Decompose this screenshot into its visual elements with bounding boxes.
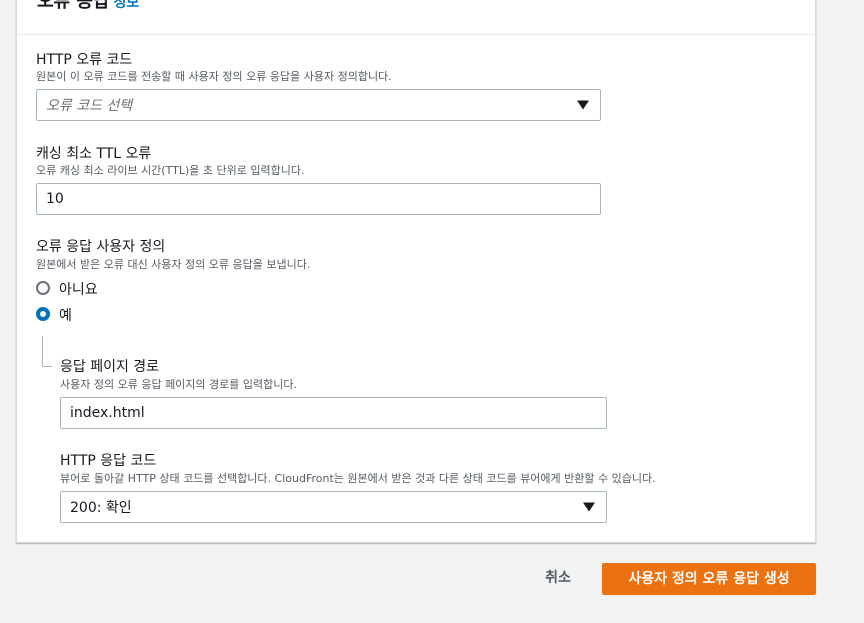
create-custom-error-response-button[interactable]: 사용자 정의 오류 응답 생성 <box>602 563 816 595</box>
panel-title-text: 오류 응답 <box>37 0 110 12</box>
tree-connector-vertical <box>42 336 43 366</box>
customize-description: 원본에서 받은 오류 대신 사용자 정의 오류 응답을 보냅니다. <box>36 258 311 271</box>
panel-title: 오류 응답 정보 <box>37 0 139 13</box>
caret-down-icon <box>583 502 595 512</box>
response-code-select[interactable]: 200: 확인 <box>60 491 607 523</box>
error-code-label: HTTP 오류 코드 <box>36 52 133 68</box>
info-link[interactable]: 정보 <box>114 0 140 11</box>
radio-yes-label[interactable]: 예 <box>59 305 72 325</box>
customize-label: 오류 응답 사용자 정의 <box>36 239 166 255</box>
response-path-input-value: index.html <box>70 405 145 421</box>
cancel-button[interactable]: 취소 <box>540 566 576 590</box>
tree-connector-horizontal <box>42 366 52 367</box>
ttl-description: 오류 캐싱 최소 라이브 시간(TTL)을 초 단위로 입력합니다. <box>36 164 305 177</box>
response-code-description: 뷰어로 돌아갈 HTTP 상태 코드를 선택합니다. CloudFront는 원… <box>60 472 656 485</box>
response-code-value: 200: 확인 <box>70 500 132 516</box>
radio-no[interactable] <box>36 281 50 295</box>
error-code-description: 원본이 이 오류 코드를 전송할 때 사용자 정의 오류 응답을 사용자 정의합… <box>36 70 392 83</box>
caret-down-icon <box>577 100 589 110</box>
response-path-label: 응답 페이지 경로 <box>60 359 160 375</box>
error-code-placeholder: 오류 코드 선택 <box>46 98 133 114</box>
error-code-select[interactable]: 오류 코드 선택 <box>36 89 601 121</box>
radio-yes[interactable] <box>36 307 50 321</box>
ttl-input-value: 10 <box>46 191 64 207</box>
radio-no-label[interactable]: 아니요 <box>59 279 98 299</box>
response-path-input[interactable]: index.html <box>60 397 607 429</box>
ttl-label: 캐싱 최소 TTL 오류 <box>36 146 152 162</box>
response-path-description: 사용자 정의 오류 응답 페이지의 경로를 입력합니다. <box>60 378 297 391</box>
response-code-label: HTTP 응답 코드 <box>60 453 157 469</box>
panel-header: 오류 응답 정보 <box>17 0 815 35</box>
ttl-input[interactable]: 10 <box>36 183 601 215</box>
